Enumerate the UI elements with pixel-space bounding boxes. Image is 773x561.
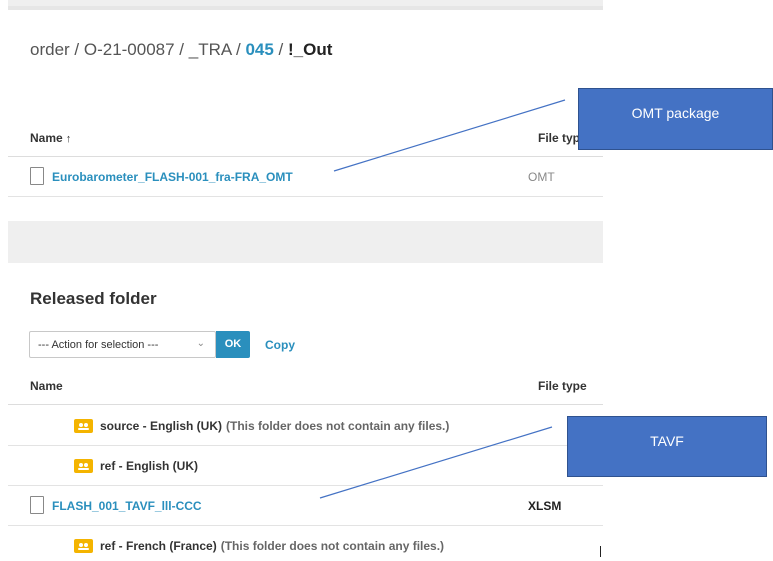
text-cursor: [600, 546, 601, 557]
callout-tavf: TAVF: [567, 416, 767, 477]
callout-line-omt: [333, 99, 566, 172]
callout-line-tavf: [319, 426, 553, 499]
callout-omt-package: OMT package: [578, 88, 773, 150]
